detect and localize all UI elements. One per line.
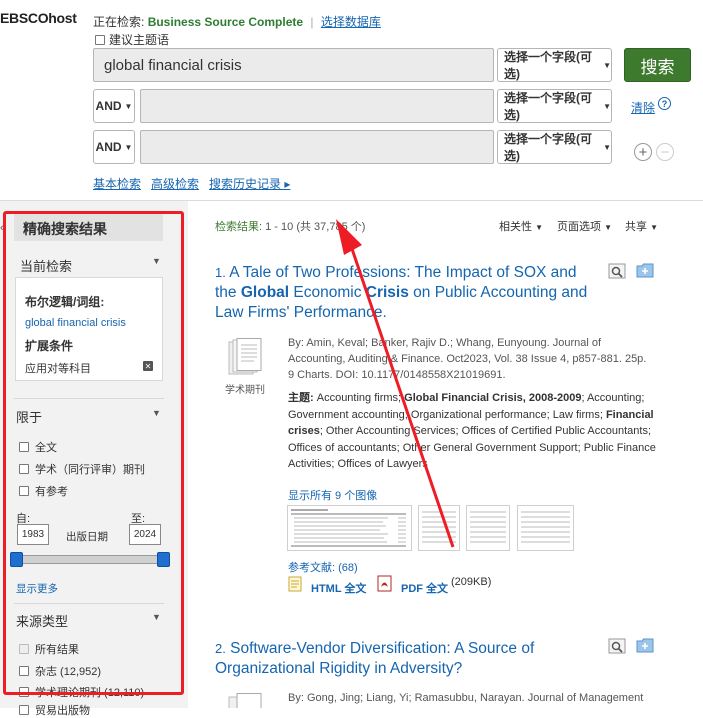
search-input-1[interactable]: global financial crisis [93, 48, 494, 82]
field-select-1-label: 选择一个字段(可选) [504, 50, 592, 81]
share-menu[interactable]: 共享 ▼ [625, 218, 658, 234]
caret-down-icon: ▼ [604, 223, 612, 232]
add-row-icon[interactable]: + [634, 143, 652, 161]
suggest-subject-option[interactable]: 建议主题语 [95, 31, 169, 48]
html-full-text-link[interactable]: HTML 全文 [311, 580, 366, 596]
logo-text: EBSCOhost [0, 10, 77, 26]
caret-down-icon: ▼ [603, 60, 611, 70]
title-highlight: Global [240, 284, 290, 301]
pdf-full-text-link[interactable]: PDF 全文 [401, 580, 448, 596]
title-text: Software-Vendor Diversification: A Sourc… [215, 640, 535, 677]
caret-down-icon: ▼ [650, 223, 658, 232]
result-2-meta: By: Gong, Jing; Liang, Yi; Ramasubbu, Na… [288, 692, 644, 704]
field-select-3[interactable]: 选择一个字段(可选) ▼ [497, 130, 612, 164]
operator-2-label: AND [95, 99, 122, 113]
caret-down-icon: ▼ [603, 142, 611, 152]
caret-down-icon: ▼ [535, 223, 543, 232]
academic-journal-icon [228, 693, 262, 708]
annotation-arrow [336, 219, 455, 548]
option-label: 贸易出版物 [35, 705, 90, 717]
choose-databases-link[interactable]: 选择数据库 [321, 15, 381, 29]
field-select-2-label: 选择一个字段(可选) [504, 91, 592, 122]
html-document-icon [288, 576, 302, 592]
results-count-label: 检索结果: [215, 221, 263, 233]
operator-3-label: AND [95, 140, 122, 154]
references-link[interactable]: 参考文献: (68) [288, 559, 358, 575]
image-thumbnail[interactable] [466, 505, 510, 551]
ebscohost-logo[interactable]: EBSCOhost [0, 10, 77, 26]
relevance-menu[interactable]: 相关性 ▼ [499, 218, 543, 234]
page-options-label: 页面选项 [557, 221, 601, 233]
caret-down-icon: ▼ [124, 101, 133, 111]
pdf-size: (209KB) [451, 576, 492, 588]
operator-select-3[interactable]: AND ▼ [93, 130, 135, 164]
searching-label: 正在检索: [93, 15, 145, 29]
subject-label: 主题: [288, 392, 314, 404]
annotation-highlight-box [3, 211, 184, 695]
advanced-search-link[interactable]: 高级检索 [151, 175, 199, 192]
preview-icon[interactable] [608, 263, 626, 279]
add-to-folder-icon[interactable] [636, 638, 654, 653]
academic-journal-icon [228, 338, 262, 375]
remove-row-icon[interactable]: − [656, 143, 674, 161]
result-2-title[interactable]: 2. Software-Vendor Diversification: A So… [215, 639, 595, 679]
table-thumbnail-graphic [470, 511, 506, 543]
basic-search-link[interactable]: 基本检索 [93, 175, 141, 192]
search-input-2[interactable] [140, 89, 494, 123]
relevance-label: 相关性 [499, 221, 532, 233]
search-button[interactable]: 搜索 [624, 48, 691, 82]
source-option-trade[interactable]: 贸易出版物 [19, 702, 90, 718]
search-input-1-value: global financial crisis [104, 57, 242, 74]
caret-down-icon: ▼ [124, 142, 133, 152]
database-name: Business Source Complete [147, 15, 304, 29]
field-select-3-label: 选择一个字段(可选) [504, 132, 592, 163]
share-label: 共享 [625, 221, 647, 233]
suggest-subject-checkbox[interactable] [95, 34, 105, 45]
field-select-2[interactable]: 选择一个字段(可选) ▼ [497, 89, 612, 123]
searching-line: 正在检索: Business Source Complete | 选择数据库 [93, 13, 381, 30]
add-to-folder-icon[interactable] [636, 263, 654, 278]
clear-link[interactable]: 清除 [631, 99, 655, 116]
results-range: 1 - 10 [265, 221, 294, 233]
help-icon[interactable]: ? [658, 97, 671, 110]
separator: | [310, 15, 314, 29]
pdf-icon [377, 575, 392, 592]
search-history-link[interactable]: 搜索历史记录 ▸ [209, 175, 290, 192]
result-number: 2. [215, 641, 226, 656]
table-thumbnail-graphic [521, 511, 570, 543]
image-thumbnail[interactable] [517, 505, 574, 551]
suggest-subject-label: 建议主题语 [109, 33, 170, 47]
search-input-3[interactable] [140, 130, 494, 164]
operator-select-2[interactable]: AND ▼ [93, 89, 135, 123]
doc-type-label: 学术期刊 [225, 385, 265, 396]
page-options-menu[interactable]: 页面选项 ▼ [557, 218, 612, 234]
result-number: 1. [215, 265, 226, 280]
search-mode-links: 基本检索 高级检索 搜索历史记录 ▸ [93, 175, 290, 192]
preview-icon[interactable] [608, 638, 626, 654]
field-select-1[interactable]: 选择一个字段(可选) ▼ [497, 48, 612, 82]
checkbox[interactable] [19, 705, 29, 715]
caret-down-icon: ▼ [603, 101, 611, 111]
